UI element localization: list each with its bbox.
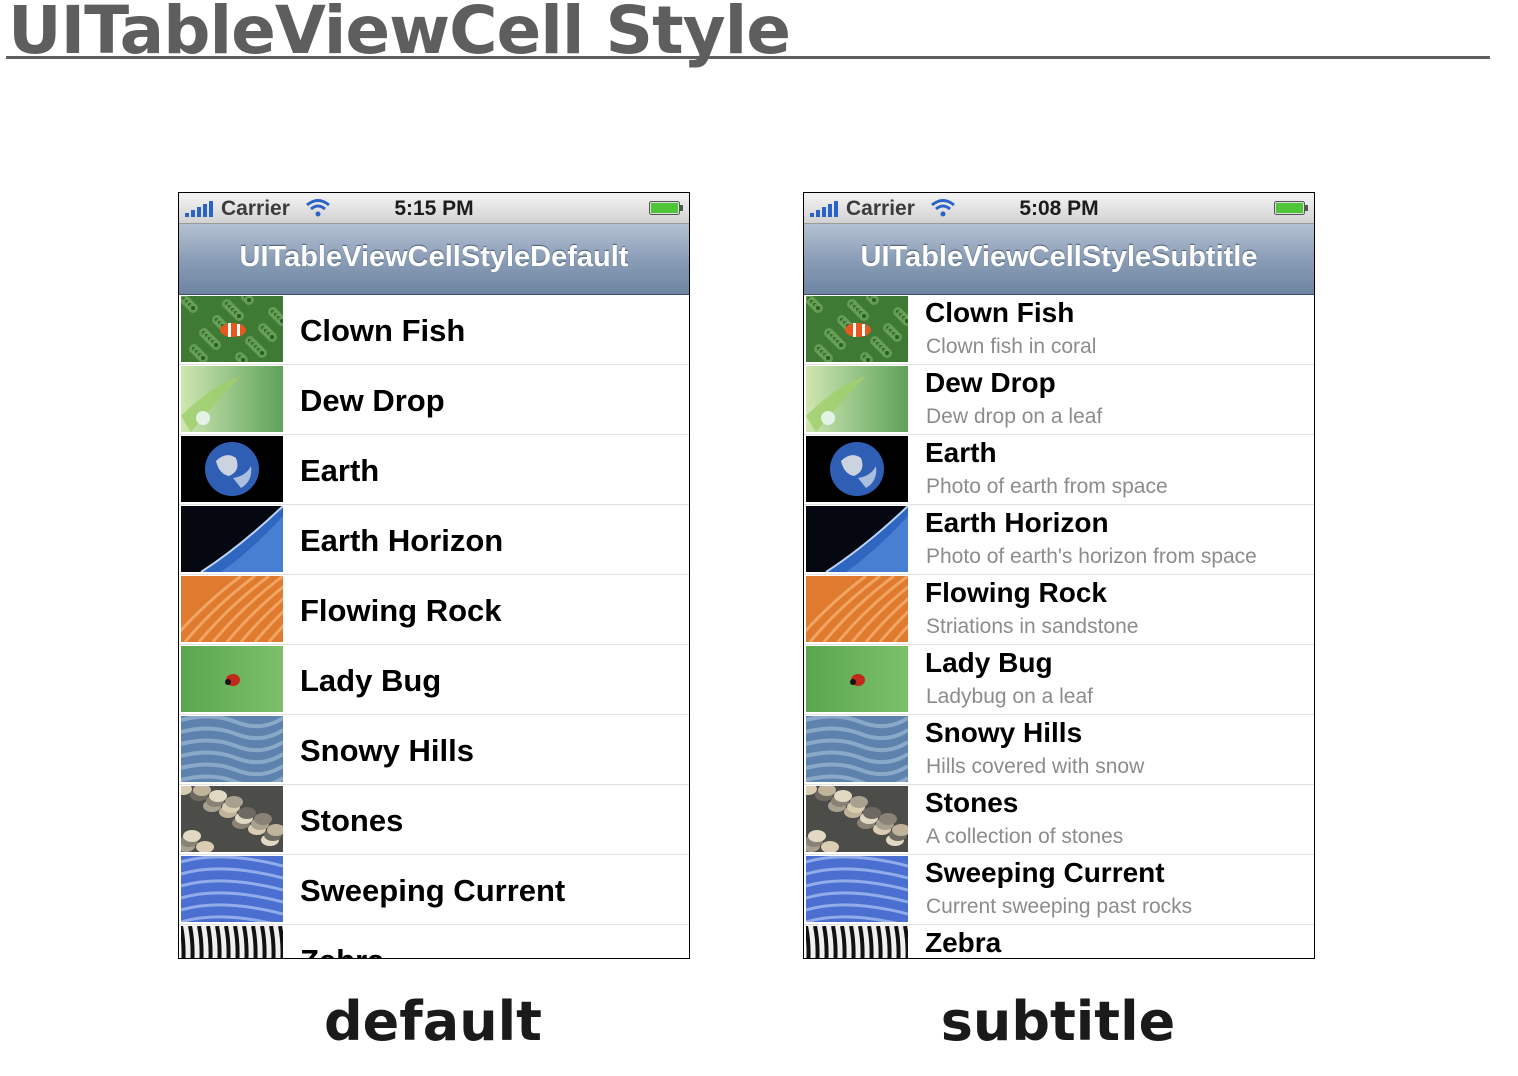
- navigation-bar-title: UITableViewCellStyleDefault: [179, 224, 689, 295]
- row-title: Snowy Hills: [300, 733, 474, 768]
- table-row[interactable]: Clown Fish: [179, 295, 689, 365]
- row-title: Snowy Hills: [925, 717, 1083, 748]
- battery-icon: [649, 201, 683, 215]
- table-row[interactable]: Sweeping Current: [179, 855, 689, 925]
- row-title: Earth: [300, 453, 380, 488]
- rock-thumbnail: [806, 576, 908, 642]
- table-row[interactable]: Lady Bug: [179, 645, 689, 715]
- status-time: 5:08 PM: [1019, 197, 1099, 220]
- row-subtitle: Hills covered with snow: [926, 755, 1145, 778]
- table-row[interactable]: Flowing Rock Striations in sandstone: [804, 575, 1314, 645]
- stones-thumbnail: [181, 786, 283, 852]
- table-row[interactable]: Snowy Hills: [179, 715, 689, 785]
- rock-thumbnail: [181, 576, 283, 642]
- table-row[interactable]: Snowy Hills Hills covered with snow: [804, 715, 1314, 785]
- table-row[interactable]: Lady Bug Ladybug on a leaf: [804, 645, 1314, 715]
- horizon-thumbnail: [181, 506, 283, 572]
- status-bar: Carrier 5:08 PM: [804, 193, 1314, 224]
- row-title: Dew Drop: [300, 383, 445, 418]
- table-row[interactable]: Earth Horizon: [179, 505, 689, 575]
- row-title: Earth Horizon: [300, 523, 504, 558]
- row-title: Zebra: [300, 943, 384, 958]
- dewdrop-thumbnail: [181, 366, 283, 432]
- status-time: 5:15 PM: [394, 197, 474, 220]
- table-row[interactable]: Stones: [179, 785, 689, 855]
- table-row[interactable]: Dew Drop: [179, 365, 689, 435]
- table-row[interactable]: Dew Drop Dew drop on a leaf: [804, 365, 1314, 435]
- row-title: Flowing Rock: [925, 577, 1107, 608]
- row-title: Earth: [925, 437, 997, 468]
- caption-subtitle: subtitle: [940, 990, 1176, 1053]
- zebra-thumbnail: [181, 926, 283, 958]
- earth-thumbnail: [806, 436, 908, 502]
- clownfish-thumbnail: [181, 296, 283, 362]
- table-row[interactable]: Earth: [179, 435, 689, 505]
- earth-thumbnail: [181, 436, 283, 502]
- row-subtitle: A collection of stones: [926, 825, 1124, 848]
- row-title: Clown Fish: [925, 297, 1075, 328]
- row-title: Lady Bug: [300, 663, 442, 698]
- horizon-thumbnail: [806, 506, 908, 572]
- row-subtitle: Clown fish in coral: [926, 335, 1097, 358]
- battery-icon: [1274, 201, 1308, 215]
- title-underline: [6, 56, 1490, 59]
- dewdrop-thumbnail: [806, 366, 908, 432]
- table-row[interactable]: Clown Fish Clown fish in coral: [804, 295, 1314, 365]
- zebra-thumbnail: [806, 926, 908, 958]
- row-subtitle: Photo of earth from space: [926, 475, 1168, 498]
- row-title: Clown Fish: [300, 313, 466, 348]
- row-subtitle: Current sweeping past rocks: [926, 895, 1193, 918]
- table-row[interactable]: Flowing Rock: [179, 575, 689, 645]
- navigation-bar-title: UITableViewCellStyleSubtitle: [804, 224, 1314, 295]
- row-subtitle: Ladybug on a leaf: [926, 685, 1093, 708]
- ladybug-thumbnail: [806, 646, 908, 712]
- row-title: Lady Bug: [925, 647, 1053, 678]
- hills-thumbnail: [181, 716, 283, 782]
- row-title: Sweeping Current: [300, 873, 566, 908]
- row-subtitle: Striations in sandstone: [926, 615, 1139, 638]
- row-subtitle: Dew drop on a leaf: [926, 405, 1103, 428]
- phone-default-style: Carrier 5:15 PM UITableViewCellStyleDefaul…: [178, 192, 690, 959]
- table-row[interactable]: Sweeping Current Current sweeping past ro…: [804, 855, 1314, 925]
- row-title: Flowing Rock: [300, 593, 502, 628]
- row-title: Sweeping Current: [925, 857, 1165, 888]
- table-row[interactable]: Stones A collection of stones: [804, 785, 1314, 855]
- phone-subtitle-style: Carrier 5:08 PM UITableViewCellStyleSubtit…: [803, 192, 1315, 959]
- row-title: Dew Drop: [925, 367, 1056, 398]
- clownfish-thumbnail: [806, 296, 908, 362]
- table-row[interactable]: Zebra: [179, 925, 689, 958]
- table-row[interactable]: Earth Horizon Photo of earth's horizon fr…: [804, 505, 1314, 575]
- ladybug-thumbnail: [181, 646, 283, 712]
- row-title: Zebra: [925, 927, 1002, 958]
- table-row[interactable]: Earth Photo of earth from space: [804, 435, 1314, 505]
- current-thumbnail: [806, 856, 908, 922]
- row-title: Stones: [925, 787, 1019, 818]
- status-bar: Carrier 5:15 PM: [179, 193, 689, 224]
- row-title: Stones: [300, 803, 404, 838]
- current-thumbnail: [181, 856, 283, 922]
- table-row[interactable]: Zebra: [804, 925, 1314, 958]
- row-subtitle: Photo of earth's horizon from space: [926, 545, 1257, 568]
- caption-default: default: [324, 990, 542, 1053]
- table-view[interactable]: Clown Fish Clown fish in coral Dew Drop Dew…: [804, 295, 1314, 958]
- row-title: Earth Horizon: [925, 507, 1109, 538]
- table-view[interactable]: Clown Fish Dew Drop Earth Earth Horizon Flow…: [179, 295, 689, 958]
- stones-thumbnail: [806, 786, 908, 852]
- hills-thumbnail: [806, 716, 908, 782]
